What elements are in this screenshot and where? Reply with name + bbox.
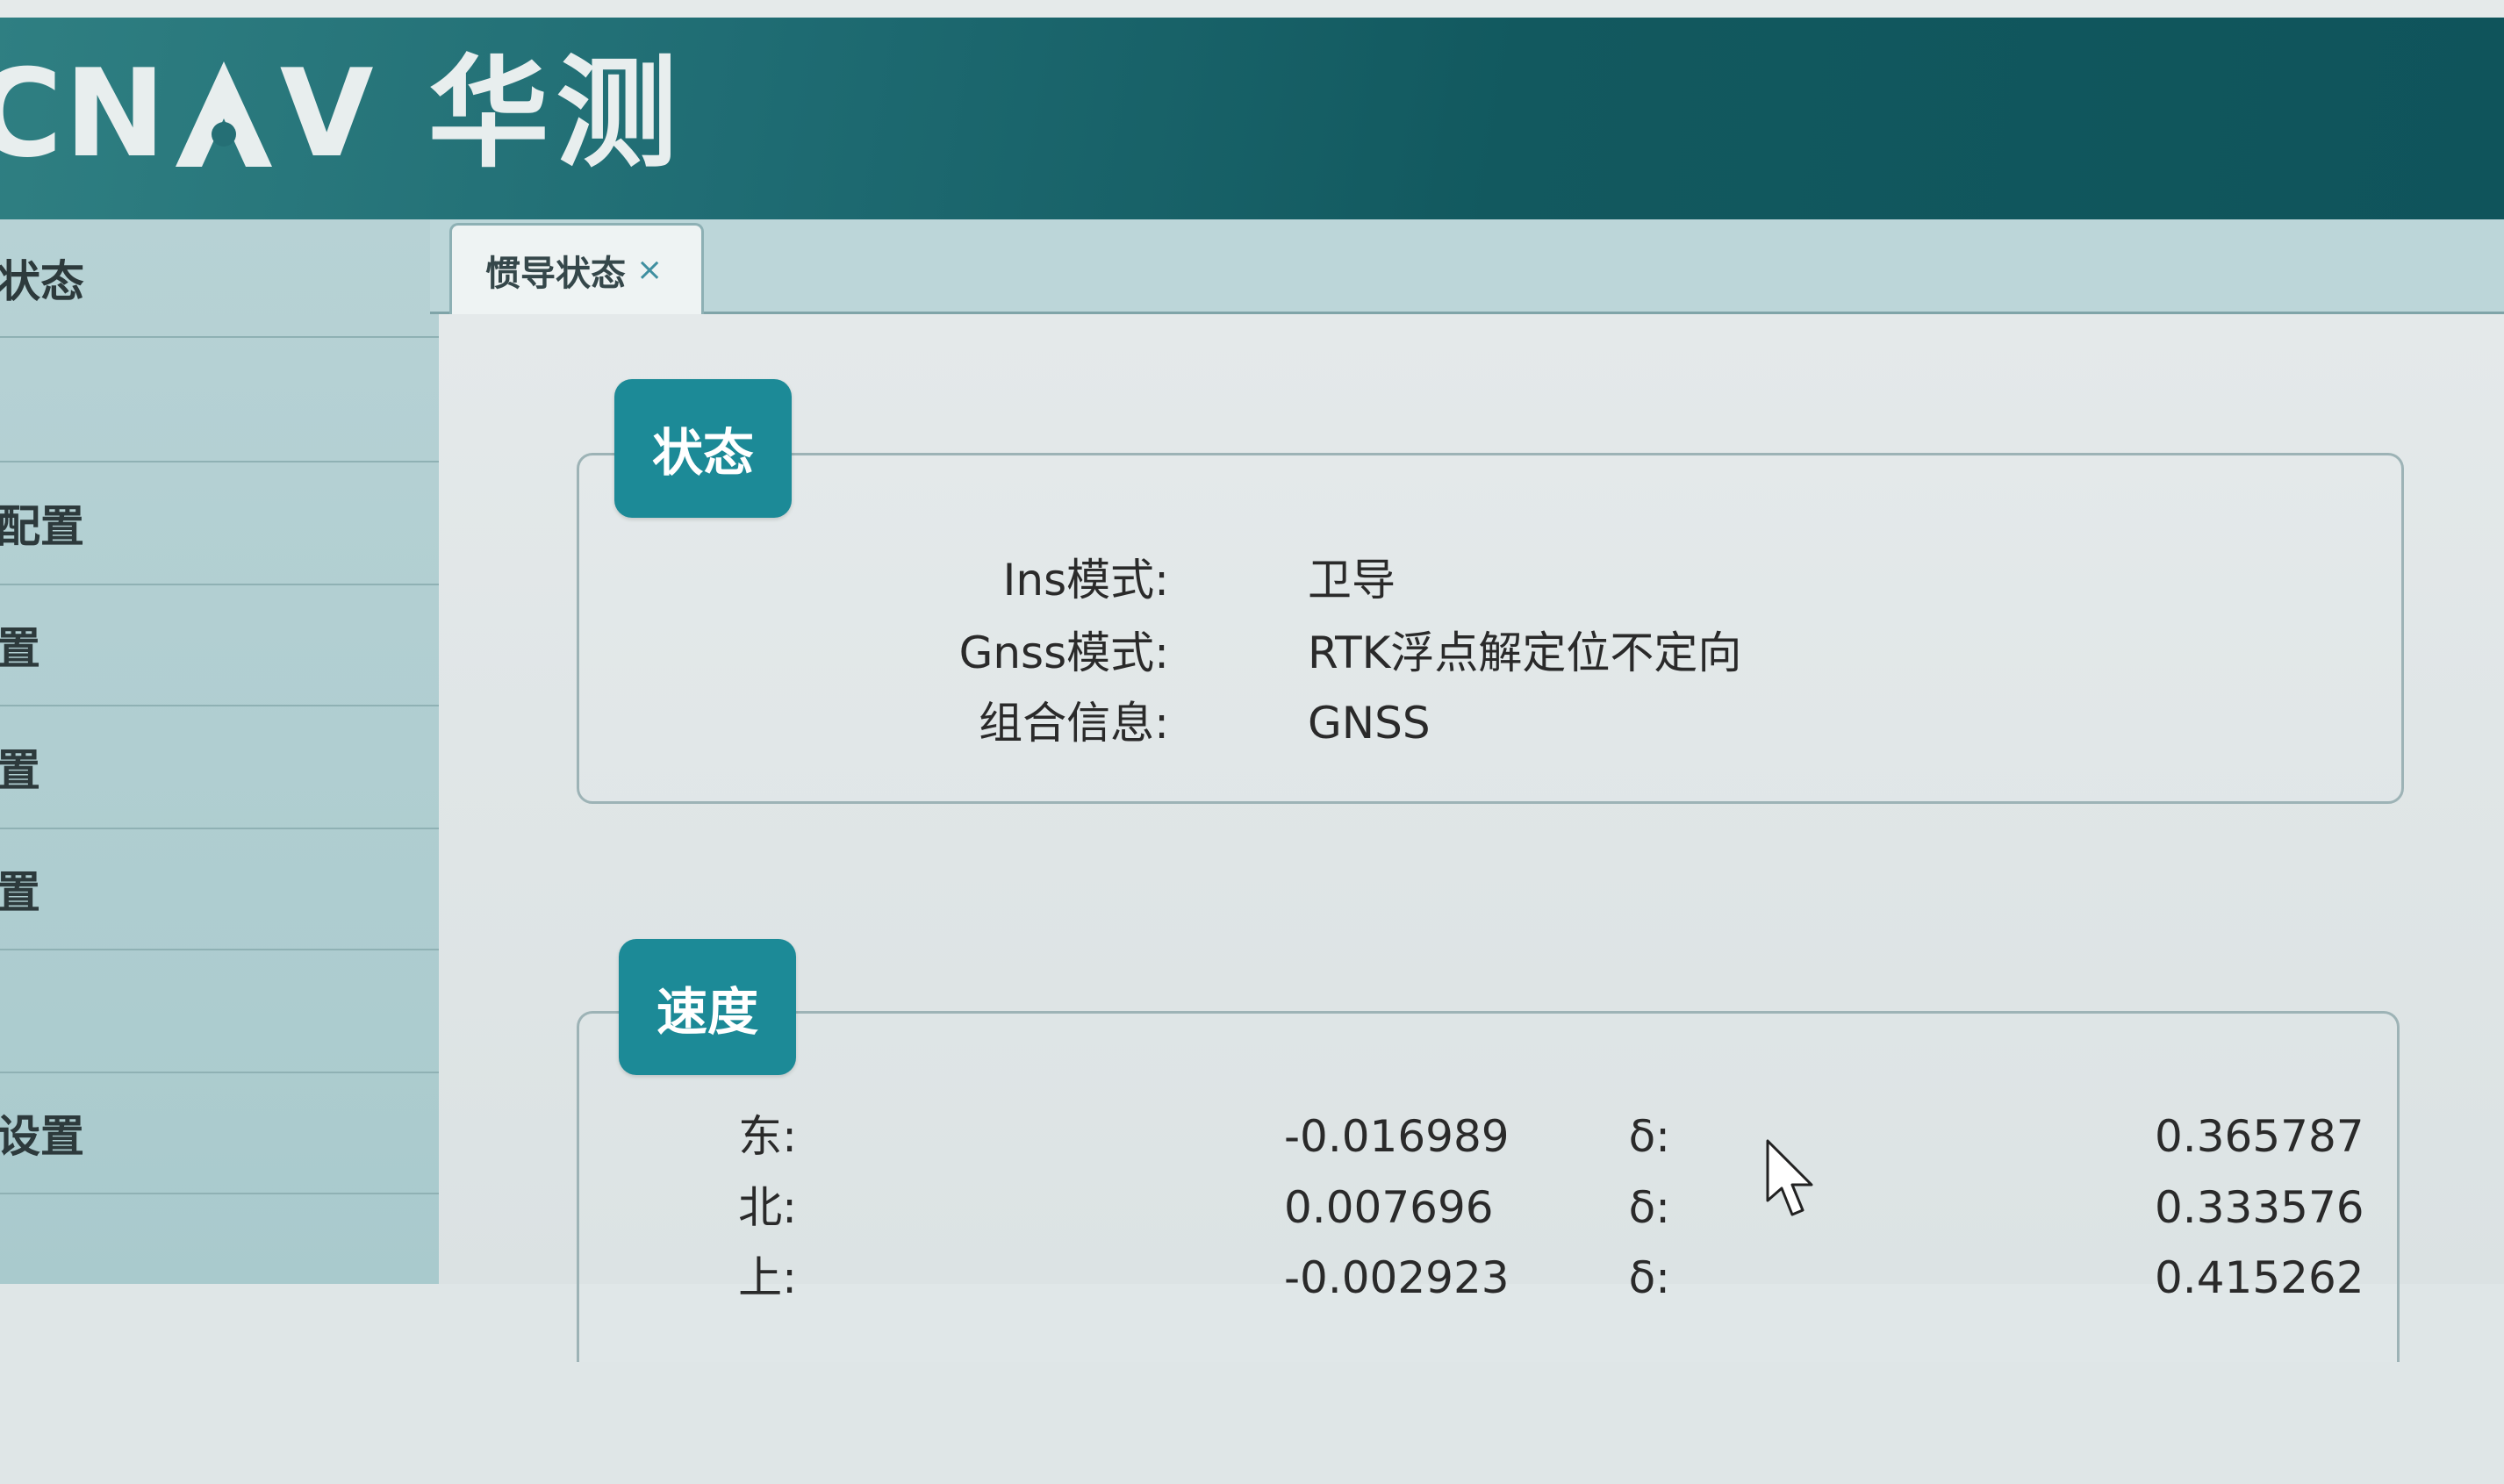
status-row-ins: Ins模式: 卫导 — [579, 558, 2407, 611]
brand-logo: CN V 华测 — [0, 53, 685, 176]
speed-row-east: 东: -0.016989 δ: 0.365787 — [439, 1115, 2504, 1167]
tab-bar: 惯导状态 × — [430, 219, 2504, 314]
sidebar-item-settings-2[interactable]: 置 — [0, 706, 439, 829]
status-panel-title: 状态 — [614, 379, 792, 518]
tab-ins-status[interactable]: 惯导状态 × — [449, 223, 704, 314]
brand-text-right: V — [279, 43, 376, 184]
speed-row-north: 北: 0.007696 δ: 0.333576 — [439, 1186, 2504, 1238]
sigma-key: δ: — [1628, 1252, 1670, 1303]
sidebar-item-label: 置 — [0, 745, 40, 796]
speed-panel-title: 速度 — [619, 939, 796, 1075]
sidebar-item[interactable] — [0, 950, 439, 1073]
sigma-key: δ: — [1628, 1182, 1670, 1233]
sigma-key: δ: — [1628, 1111, 1670, 1162]
sidebar-item-label: 配置 — [0, 501, 84, 552]
sidebar-item-label: 置 — [0, 867, 40, 918]
mouse-cursor-icon — [1766, 1139, 1813, 1216]
speed-key: 北: — [738, 1182, 797, 1233]
sigma-value: 0.365787 — [2155, 1111, 2364, 1162]
speed-value: -0.016989 — [1284, 1111, 1510, 1162]
status-value: 卫导 — [1308, 555, 1395, 606]
sigma-value: 0.333576 — [2155, 1182, 2364, 1233]
sidebar: 状态 配置 置 置 置 设置 — [0, 219, 439, 1284]
brand-text-cn: 华测 — [427, 43, 685, 184]
speed-key: 东: — [738, 1111, 797, 1162]
speed-row-east — [579, 1431, 2402, 1484]
main-content: Ins模式: 卫导 Gnss模式: RTK浮点解定位不定向 组合信息: GNSS… — [439, 314, 2504, 1362]
status-row-gnss: Gnss模式: RTK浮点解定位不定向 — [579, 631, 2407, 684]
sidebar-item-label: 状态 — [0, 255, 84, 307]
status-key: 组合信息: — [979, 698, 1169, 749]
sidebar-item-status[interactable]: 状态 — [0, 219, 439, 338]
status-key: Ins模式: — [1002, 555, 1169, 606]
sigma-value: 0.415262 — [2155, 1252, 2364, 1303]
status-key: Gnss模式: — [958, 627, 1169, 678]
tab-close-icon[interactable]: × — [636, 252, 663, 288]
brand-text-left: CN — [0, 43, 168, 184]
status-value: RTK浮点解定位不定向 — [1308, 627, 1742, 678]
speed-value: 0.007696 — [1284, 1182, 1494, 1233]
sidebar-item-settings-1[interactable]: 置 — [0, 585, 439, 706]
speed-key: 上: — [738, 1252, 797, 1303]
status-panel: Ins模式: 卫导 Gnss模式: RTK浮点解定位不定向 组合信息: GNSS — [577, 453, 2404, 804]
status-value: GNSS — [1308, 698, 1431, 749]
sidebar-item-config[interactable]: 配置 — [0, 462, 439, 585]
status-row-combo: 组合信息: GNSS — [579, 701, 2407, 754]
app-header: CN V 华测 — [0, 0, 2504, 219]
speed-row-up: 上: -0.002923 δ: 0.415262 — [439, 1256, 2504, 1308]
nav-pin-logo-icon — [175, 61, 272, 167]
sidebar-item[interactable] — [0, 338, 439, 462]
speed-value: -0.002923 — [1284, 1252, 1510, 1303]
tab-label: 惯导状态 — [485, 253, 626, 294]
sidebar-item-settings-4[interactable]: 设置 — [0, 1073, 439, 1194]
sidebar-item-settings-3[interactable]: 置 — [0, 829, 439, 950]
sidebar-item-label: 置 — [0, 623, 40, 674]
sidebar-item-label: 设置 — [0, 1111, 84, 1162]
